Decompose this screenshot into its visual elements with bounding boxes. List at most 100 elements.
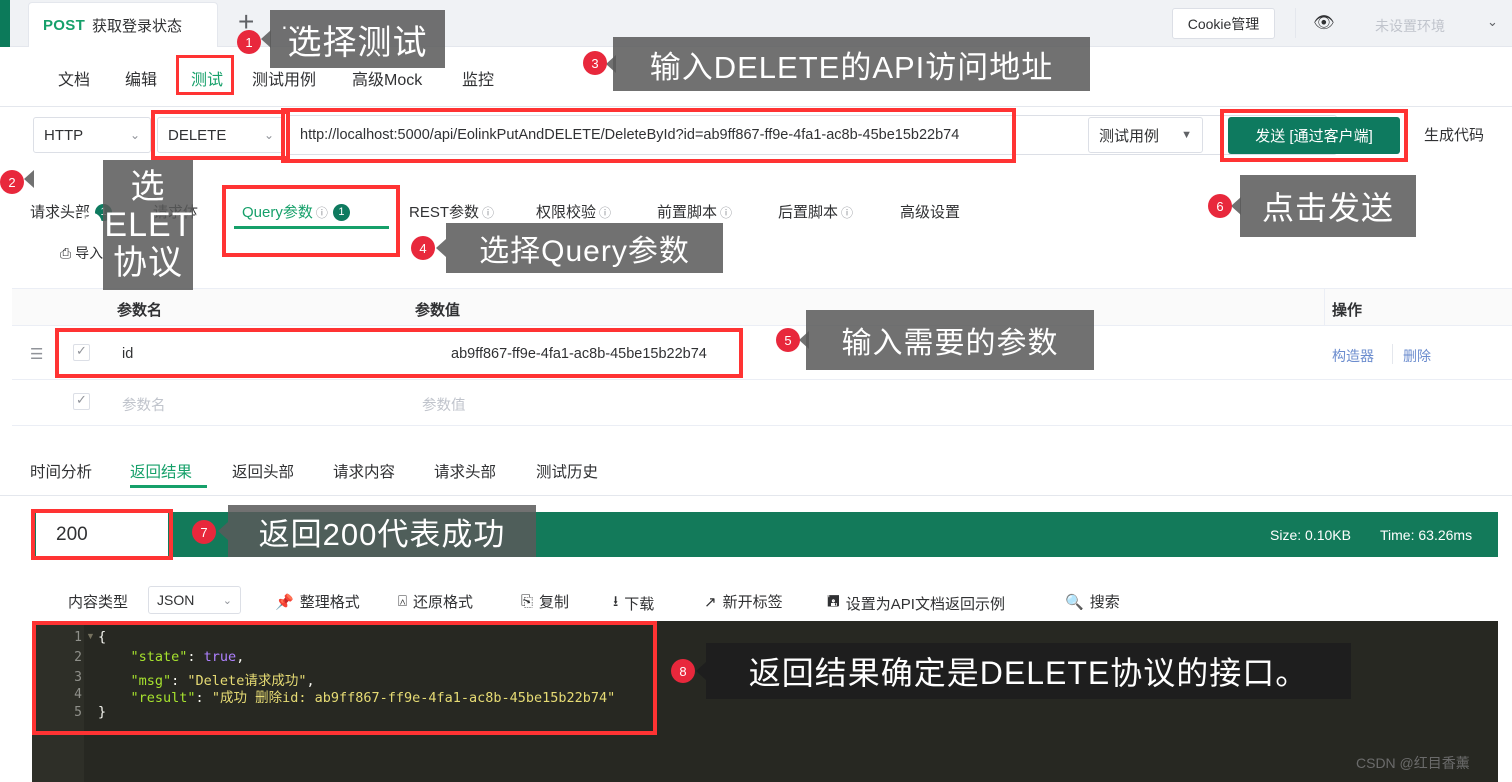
left-accent-strip bbox=[0, 0, 10, 47]
callout-pointer-5 bbox=[799, 331, 809, 349]
tab-monitor[interactable]: 监控 bbox=[462, 66, 494, 90]
param-table-header-action: 操作 bbox=[1332, 302, 1363, 319]
download-icon: ⭳ bbox=[613, 593, 619, 610]
callout-badge-2: 2 bbox=[0, 170, 24, 194]
copy-button[interactable]: ⎘ 复制 bbox=[521, 591, 569, 612]
highlight-box-code bbox=[32, 621, 657, 735]
highlight-box-method bbox=[151, 110, 290, 160]
request-tab-postscript[interactable]: 后置脚本 ⓘ bbox=[778, 201, 853, 222]
response-tab-underline bbox=[130, 485, 207, 488]
copy-button-label: 复制 bbox=[539, 594, 570, 611]
import-button[interactable]: ⎙ 导入 bbox=[60, 243, 103, 263]
new-tab-button[interactable]: ↗ 新开标签 bbox=[704, 591, 783, 612]
chevron-down-icon: ⌄ bbox=[222, 594, 232, 607]
response-tab-timing[interactable]: 时间分析 bbox=[30, 460, 92, 482]
chevron-down-icon[interactable]: ⌄ bbox=[1487, 14, 1498, 30]
request-tab-auth[interactable]: 权限校验 ⓘ bbox=[536, 201, 611, 222]
row-action-builder[interactable]: 构造器 bbox=[1332, 346, 1374, 366]
callout-4: 选择Query参数 bbox=[446, 223, 723, 273]
callout-2-line2: DELETE bbox=[78, 205, 218, 244]
download-button[interactable]: ⭳ 下载 bbox=[613, 591, 654, 616]
set-as-example-label: 设置为API文档返回示例 bbox=[845, 596, 1005, 613]
search-button[interactable]: 🔍 搜索 bbox=[1065, 591, 1120, 612]
content-type-select[interactable]: JSON ⌄ bbox=[148, 586, 241, 614]
tab-test-case[interactable]: 测试用例 bbox=[252, 66, 316, 90]
search-icon: 🔍 bbox=[1065, 593, 1084, 611]
import-label: 导入 bbox=[75, 245, 104, 261]
document-tab[interactable]: POST 获取登录状态 bbox=[28, 2, 218, 47]
request-tab-prescript[interactable]: 前置脚本 ⓘ bbox=[657, 201, 732, 222]
request-tab-auth-label: 权限校验 bbox=[536, 204, 597, 221]
callout-3: 输入DELETE的API访问地址 bbox=[613, 37, 1090, 91]
response-tab-history[interactable]: 测试历史 bbox=[536, 460, 598, 482]
new-tab-icon: ↗ bbox=[704, 593, 717, 611]
watermark: CSDN @红目香薰 bbox=[1356, 755, 1470, 771]
callout-6: 点击发送 bbox=[1240, 175, 1416, 237]
cookie-manage-button[interactable]: Cookie管理 bbox=[1172, 8, 1275, 39]
test-case-select[interactable]: 测试用例 ▼ bbox=[1088, 117, 1203, 153]
tab-edit[interactable]: 编辑 bbox=[125, 66, 157, 90]
highlight-box-status-code bbox=[31, 509, 173, 560]
request-tab-rest[interactable]: REST参数 ⓘ bbox=[409, 201, 494, 222]
chevron-down-icon: ▼ bbox=[1181, 129, 1192, 141]
tab-document[interactable]: 文档 bbox=[58, 66, 90, 90]
callout-badge-1: 1 bbox=[237, 30, 261, 54]
callout-pointer-1 bbox=[261, 30, 271, 48]
content-type-label: 内容类型 bbox=[68, 594, 129, 611]
param-table-header bbox=[12, 288, 1512, 326]
callout-2-line3: 协议 bbox=[113, 244, 183, 283]
callout-dots-icon: ⋯ bbox=[281, 17, 303, 39]
cookie-manage-label: Cookie管理 bbox=[1187, 15, 1260, 32]
chevron-down-icon: ⌄ bbox=[129, 128, 140, 142]
response-tab-request-body[interactable]: 请求内容 bbox=[333, 460, 395, 482]
new-tab-button-label: 新开标签 bbox=[722, 594, 783, 611]
callout-badge-3: 3 bbox=[583, 51, 607, 75]
param-table-header-value: 参数值 bbox=[415, 302, 461, 319]
response-tab-headers[interactable]: 返回头部 bbox=[232, 460, 294, 482]
param-value-input-empty[interactable]: 参数值 bbox=[422, 394, 466, 415]
generate-code-button[interactable]: 生成代码 bbox=[1424, 124, 1484, 145]
highlight-box-query-tab bbox=[222, 185, 400, 257]
row-checkbox-empty[interactable] bbox=[73, 392, 90, 410]
environment-selector-label[interactable]: 未设置环境 bbox=[1375, 16, 1445, 36]
callout-badge-7: 7 bbox=[192, 520, 216, 544]
test-case-select-value: 测试用例 bbox=[1099, 127, 1160, 145]
document-tab-method: POST bbox=[43, 16, 86, 34]
restore-format-button[interactable]: ⍓ 还原格式 bbox=[398, 591, 473, 612]
callout-8: 返回结果确定是DELETE协议的接口。 bbox=[706, 643, 1351, 699]
callout-7: 返回200代表成功 bbox=[228, 505, 536, 557]
row-action-delete[interactable]: 删除 bbox=[1403, 346, 1431, 366]
request-tab-prescript-label: 前置脚本 bbox=[657, 204, 718, 221]
table-row-empty bbox=[12, 380, 1512, 426]
set-as-example-button[interactable]: 🖪 设置为API文档返回示例 bbox=[827, 591, 1005, 616]
callout-badge-4: 4 bbox=[411, 236, 435, 260]
callout-pointer-7 bbox=[218, 522, 228, 540]
request-tab-advanced[interactable]: 高级设置 bbox=[900, 201, 960, 222]
restore-format-button-label: 还原格式 bbox=[413, 594, 474, 611]
info-icon: ⓘ bbox=[482, 206, 495, 220]
search-button-label: 搜索 bbox=[1089, 594, 1120, 611]
callout-badge-8: 8 bbox=[671, 659, 695, 683]
row-action-divider bbox=[1392, 344, 1393, 364]
drag-handle-icon[interactable]: ☰ bbox=[30, 345, 43, 363]
highlight-box-param-row bbox=[55, 328, 743, 378]
eye-icon[interactable]: 👁 bbox=[1313, 14, 1335, 31]
save-icon: 🖪 bbox=[827, 593, 840, 610]
highlight-box-send bbox=[1220, 109, 1408, 162]
tab-advanced-mock[interactable]: 高级Mock bbox=[352, 66, 422, 90]
code-editor-bottom bbox=[32, 735, 1498, 782]
response-tab-bar bbox=[0, 448, 1512, 496]
highlight-box-test-tab bbox=[176, 55, 234, 95]
callout-pointer-2 bbox=[24, 170, 34, 188]
protocol-select-value: HTTP bbox=[44, 126, 84, 144]
response-tab-request-headers[interactable]: 请求头部 bbox=[434, 460, 496, 482]
protocol-select[interactable]: HTTP ⌄ bbox=[33, 117, 151, 153]
param-name-input-empty[interactable]: 参数名 bbox=[122, 394, 166, 415]
callout-pointer-3 bbox=[606, 55, 616, 73]
response-tab-result[interactable]: 返回结果 bbox=[130, 460, 192, 482]
format-button[interactable]: 📌 整理格式 bbox=[275, 591, 360, 612]
download-button-label: 下载 bbox=[624, 596, 655, 613]
eolink-api-test-page: POST 获取登录状态 + Cookie管理 👁 未设置环境 ⌄ 文档 编辑 测… bbox=[0, 0, 1512, 782]
request-tab-postscript-label: 后置脚本 bbox=[778, 204, 839, 221]
callout-2-line1: 选 bbox=[130, 167, 166, 206]
